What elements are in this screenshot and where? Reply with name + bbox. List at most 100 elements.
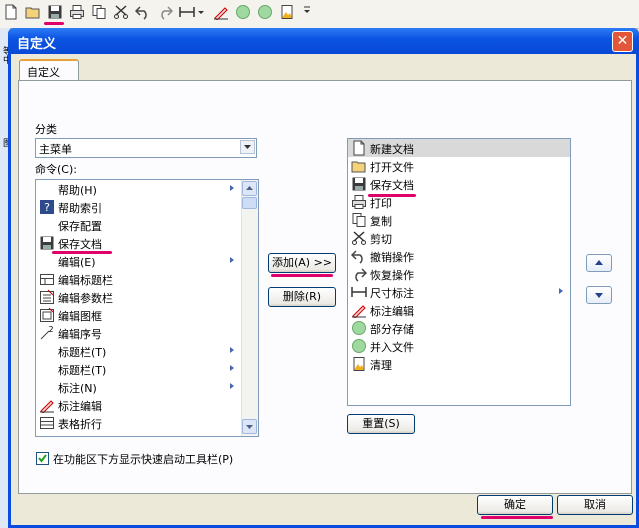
list-item-label: 帮助索引 bbox=[58, 202, 102, 215]
list-item-label: 保存配置 bbox=[58, 220, 102, 233]
list-item[interactable]: 帮助(H) bbox=[36, 180, 258, 198]
undo-icon[interactable] bbox=[134, 3, 152, 21]
list-item-label: 复制 bbox=[370, 215, 392, 228]
edit-titlebar-icon bbox=[39, 271, 55, 287]
list-item-label: 打印 bbox=[370, 197, 392, 210]
scroll-up-icon[interactable] bbox=[242, 181, 257, 196]
chevron-down-icon[interactable] bbox=[240, 140, 255, 154]
commands-list[interactable]: 帮助(H)? 帮助索引保存配置 保存文档编辑(E) 编辑标题栏编辑参数栏 编辑图框 2 编辑… bbox=[35, 179, 259, 437]
remove-button[interactable]: 删除(R) bbox=[268, 287, 336, 307]
list-item[interactable]: 2 编辑序号 bbox=[36, 324, 258, 342]
list-item[interactable]: 清理 bbox=[348, 355, 570, 373]
list-item[interactable]: 标注(N) bbox=[36, 378, 258, 396]
list-item-label: 编辑(E) bbox=[58, 256, 96, 269]
list-item-label: 尺寸标注 bbox=[370, 287, 414, 300]
list-item-label: 部分存储 bbox=[370, 323, 414, 336]
scissors-icon[interactable] bbox=[112, 3, 130, 21]
print-icon[interactable] bbox=[68, 3, 86, 21]
submenu-arrow-icon bbox=[230, 347, 234, 353]
move-down-button[interactable] bbox=[586, 286, 612, 304]
list-item[interactable]: 编辑图框 bbox=[36, 306, 258, 324]
clean-icon[interactable] bbox=[278, 3, 296, 21]
list-item[interactable]: 撤销操作 bbox=[348, 247, 570, 265]
list-item[interactable]: 标注编辑 bbox=[348, 301, 570, 319]
open-folder-icon bbox=[351, 158, 367, 174]
list-item[interactable]: 恢复操作 bbox=[348, 265, 570, 283]
dim-edit-icon[interactable] bbox=[212, 3, 230, 21]
list-item[interactable]: 编辑参数栏 bbox=[36, 288, 258, 306]
toolbar-save-highlight bbox=[368, 194, 416, 197]
green-circle-icon bbox=[351, 320, 367, 336]
redo-icon[interactable] bbox=[156, 3, 174, 21]
add-button[interactable]: 添加(A) >> bbox=[268, 253, 336, 273]
customize-dropdown-icon[interactable] bbox=[302, 3, 312, 21]
list-item[interactable]: 尺寸标注 bbox=[348, 283, 570, 301]
green-circle-icon[interactable] bbox=[256, 3, 274, 21]
list-item-label: 编辑标题栏 bbox=[58, 274, 113, 287]
list-item[interactable]: ? 帮助索引 bbox=[36, 198, 258, 216]
ok-button[interactable]: 确定 bbox=[477, 495, 553, 515]
commands-scrollbar[interactable] bbox=[241, 180, 258, 436]
open-folder-icon[interactable] bbox=[24, 3, 42, 21]
new-doc-icon[interactable] bbox=[2, 3, 20, 21]
submenu-arrow-icon bbox=[230, 383, 234, 389]
list-item[interactable]: 标题栏(T) bbox=[36, 342, 258, 360]
toolbar-items-list[interactable]: 新建文档 打开文件 保存文档打印复制剪切 撤销操作 恢复操作尺寸标注 标注编辑部分存储 并入… bbox=[347, 138, 571, 406]
list-item[interactable]: 剪切 bbox=[348, 229, 570, 247]
list-item[interactable]: 保存文档 bbox=[348, 175, 570, 193]
list-item-label: 新建文档 bbox=[370, 143, 414, 156]
list-item-label: 清理 bbox=[370, 359, 392, 372]
table-wrap-icon bbox=[39, 415, 55, 431]
green-circle-icon bbox=[351, 338, 367, 354]
list-item[interactable]: 标注编辑 bbox=[36, 396, 258, 414]
title-bar[interactable]: 自定义 ✕ bbox=[8, 28, 639, 54]
save-doc-highlight bbox=[52, 251, 112, 254]
checkbox-label: 在功能区下方显示快速启动工具栏(P) bbox=[53, 453, 234, 466]
green-circle-icon[interactable] bbox=[234, 3, 252, 21]
tab-customize[interactable]: 自定义 bbox=[19, 59, 79, 81]
category-label: 分类 bbox=[35, 123, 57, 136]
scroll-down-icon[interactable] bbox=[242, 419, 257, 434]
redo-icon bbox=[351, 266, 368, 282]
list-item[interactable]: 复制 bbox=[348, 211, 570, 229]
list-item-label: 标注(N) bbox=[58, 382, 97, 395]
show-quick-toolbar-checkbox[interactable] bbox=[36, 452, 49, 465]
list-item[interactable]: 部分存储 bbox=[348, 319, 570, 337]
print-icon bbox=[351, 194, 367, 210]
category-select[interactable]: 主菜单 bbox=[35, 138, 257, 158]
commands-label: 命令(C): bbox=[35, 163, 77, 176]
list-item-label: 编辑序号 bbox=[58, 328, 102, 341]
scroll-thumb[interactable] bbox=[242, 197, 257, 209]
svg-text:2: 2 bbox=[48, 325, 53, 334]
save-icon bbox=[39, 235, 55, 251]
list-item[interactable]: 编辑(E) bbox=[36, 252, 258, 270]
reset-button[interactable]: 重置(S) bbox=[347, 414, 415, 434]
list-item[interactable]: 新建文档 bbox=[348, 139, 570, 157]
list-item[interactable]: 编辑标题栏 bbox=[36, 270, 258, 288]
dropdown-arrow-icon[interactable] bbox=[197, 3, 205, 21]
save-icon bbox=[351, 176, 367, 192]
list-item[interactable]: 表格折行 bbox=[36, 414, 258, 432]
window-title: 自定义 bbox=[17, 37, 57, 52]
list-item[interactable]: 打开文件 bbox=[348, 157, 570, 175]
clean-icon bbox=[351, 356, 367, 372]
submenu-arrow-icon bbox=[230, 185, 234, 191]
close-button[interactable]: ✕ bbox=[612, 31, 633, 52]
list-item[interactable]: 标题栏(T) bbox=[36, 360, 258, 378]
cancel-button[interactable]: 取消 bbox=[557, 495, 633, 515]
list-item[interactable]: 保存配置 bbox=[36, 216, 258, 234]
tab-label: 自定义 bbox=[27, 66, 60, 79]
list-item-label: 标题栏(T) bbox=[58, 346, 107, 359]
help-index-icon: ? bbox=[39, 199, 55, 215]
dimension-icon[interactable] bbox=[178, 3, 196, 21]
list-item-label: 编辑参数栏 bbox=[58, 292, 113, 305]
list-item-label: 标题栏(T) bbox=[58, 364, 107, 377]
save-icon[interactable] bbox=[46, 3, 64, 21]
list-item[interactable]: 并入文件 bbox=[348, 337, 570, 355]
move-up-button[interactable] bbox=[586, 254, 612, 272]
submenu-arrow-icon bbox=[230, 365, 234, 371]
copy-icon bbox=[351, 212, 367, 228]
copy-icon[interactable] bbox=[90, 3, 108, 21]
list-item[interactable]: 保存文档 bbox=[36, 234, 258, 252]
list-item-label: 剪切 bbox=[370, 233, 392, 246]
